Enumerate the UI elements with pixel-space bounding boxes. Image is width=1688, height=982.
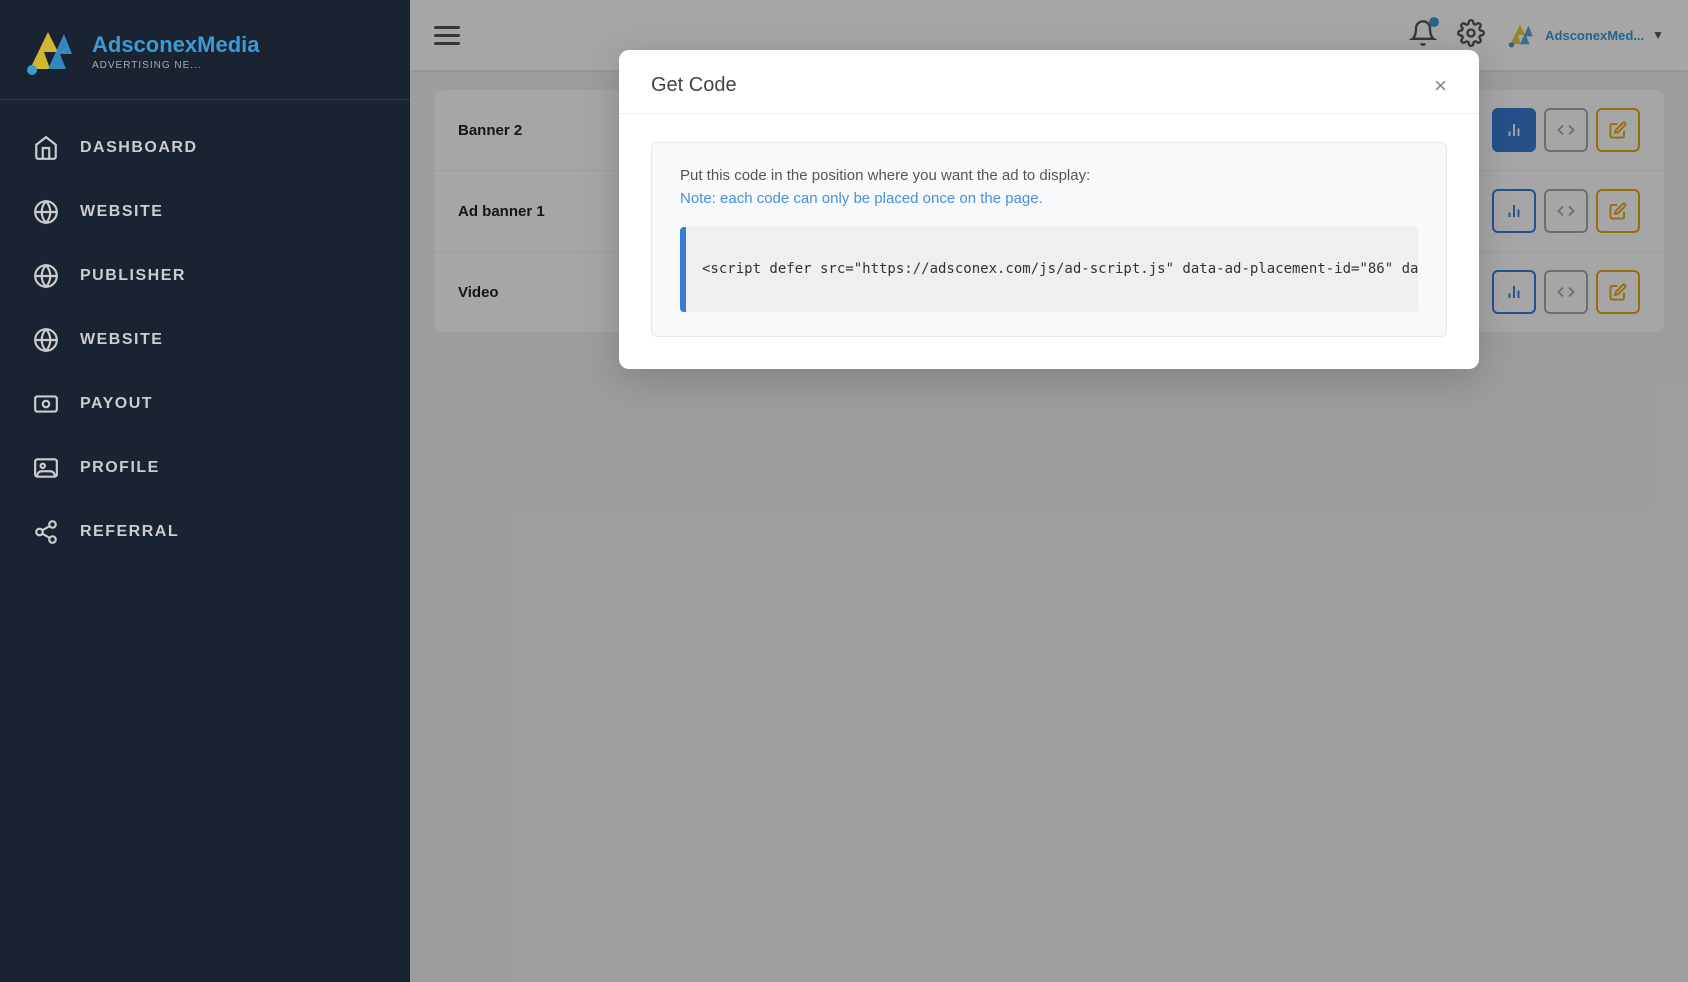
modal-overlay: Get Code × Put this code in the position… (410, 0, 1688, 982)
dollar-icon (32, 390, 60, 418)
sidebar-item-website[interactable]: WEBSITE (0, 180, 410, 244)
publisher-icon (32, 262, 60, 290)
referral-icon (32, 518, 60, 546)
sidebar-logo: AdsconexMedia ADVERTISING NE... (0, 0, 410, 100)
sidebar-item-referral[interactable]: REFERRAL (0, 500, 410, 564)
sidebar-item-label-referral: REFERRAL (80, 523, 179, 541)
sidebar-navigation: DASHBOARD WEBSITE PUBLISHER (0, 100, 410, 564)
sidebar-item-profile[interactable]: PROFILE (0, 436, 410, 500)
modal-header: Get Code × (619, 50, 1479, 114)
modal-title: Get Code (651, 74, 737, 97)
modal-info-note: Note: each code can only be placed once … (680, 190, 1418, 207)
modal-body: Put this code in the position where you … (619, 114, 1479, 369)
sidebar-item-label-website: WEBSITE (80, 203, 163, 221)
globe-icon (32, 198, 60, 226)
code-block: <script defer src="https://adsconex.com/… (680, 227, 1418, 312)
sidebar-item-label-website2: WEBSITE (80, 331, 163, 349)
sidebar-item-label-payout: PAYOUT (80, 395, 153, 413)
sidebar-item-label-dashboard: DASHBOARD (80, 139, 198, 157)
logo-tagline: ADVERTISING NE... (92, 60, 260, 71)
code-snippet-text: <script defer src="https://adsconex.com/… (702, 258, 1418, 282)
main-content: AdsconexMed... ▼ Banner 2 Banner Last Mo… (410, 0, 1688, 982)
logo-text: AdsconexMedia ADVERTISING NE... (92, 32, 260, 71)
sidebar-item-label-publisher: PUBLISHER (80, 267, 186, 285)
sidebar-item-publisher[interactable]: PUBLISHER (0, 244, 410, 308)
home-icon (32, 134, 60, 162)
person-icon (32, 454, 60, 482)
globe2-icon (32, 326, 60, 354)
sidebar-item-label-profile: PROFILE (80, 459, 160, 477)
sidebar: AdsconexMedia ADVERTISING NE... DASHBOAR… (0, 0, 410, 982)
code-block-content: <script defer src="https://adsconex.com/… (686, 227, 1418, 312)
logo-name: AdsconexMedia (92, 32, 260, 58)
sidebar-item-website2[interactable]: WEBSITE (0, 308, 410, 372)
logo-icon (20, 24, 80, 79)
modal-close-button[interactable]: × (1434, 75, 1447, 97)
modal-info-box: Put this code in the position where you … (651, 142, 1447, 337)
modal-info-text: Put this code in the position where you … (680, 167, 1418, 184)
get-code-modal: Get Code × Put this code in the position… (619, 50, 1479, 369)
sidebar-item-payout[interactable]: PAYOUT (0, 372, 410, 436)
sidebar-item-dashboard[interactable]: DASHBOARD (0, 116, 410, 180)
